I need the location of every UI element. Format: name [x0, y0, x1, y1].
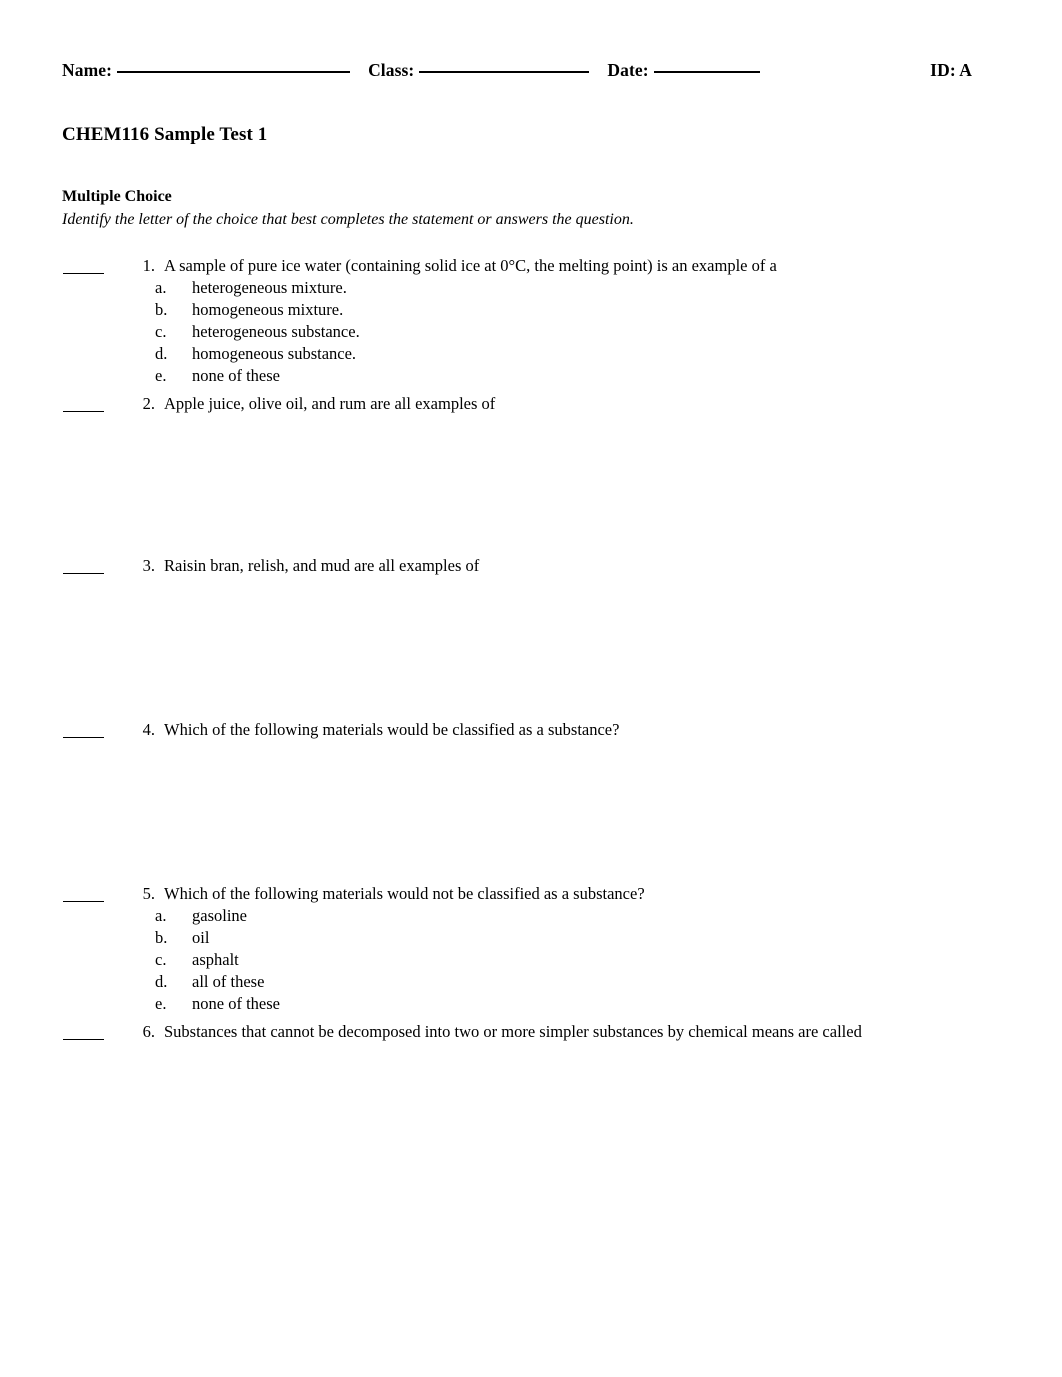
- question-number: 3.: [142, 556, 155, 575]
- choice-letter: b.: [155, 300, 168, 319]
- question-text: Which of the following materials would b…: [164, 720, 620, 739]
- choice-letter: c.: [155, 950, 167, 969]
- choice-item[interactable]: c. asphalt: [0, 949, 1062, 971]
- answer-blank[interactable]: [63, 558, 104, 574]
- question-item: 1. A sample of pure ice water (containing…: [0, 255, 1062, 393]
- date-label: Date:: [607, 60, 649, 80]
- choice-text: all of these: [192, 972, 265, 991]
- choice-item[interactable]: c. heterogeneous substance.: [0, 321, 1062, 343]
- answer-blank[interactable]: [63, 722, 104, 738]
- choice-text: gasoline: [192, 906, 247, 925]
- question-line: 6. Substances that cannot be decomposed i…: [0, 1021, 1062, 1043]
- choice-text: asphalt: [192, 950, 239, 969]
- choice-letter: d.: [155, 344, 168, 363]
- name-label: Name:: [62, 60, 113, 80]
- choice-item[interactable]: b. oil: [0, 927, 1062, 949]
- choice-letter: b.: [155, 928, 168, 947]
- choice-item[interactable]: b. homogeneous mixture.: [0, 299, 1062, 321]
- choice-letter: a.: [155, 906, 167, 925]
- choice-item[interactable]: a. heterogeneous mixture.: [0, 277, 1062, 299]
- answer-blank[interactable]: [63, 396, 104, 412]
- question-item: 3. Raisin bran, relish, and mud are all e…: [0, 555, 1062, 719]
- choice-text: heterogeneous mixture.: [192, 278, 347, 297]
- section-heading: Multiple Choice: [62, 188, 172, 205]
- choice-item[interactable]: d. homogeneous substance.: [0, 343, 1062, 365]
- answer-space: [0, 741, 1062, 883]
- choice-list: a. heterogeneous mixture. b. homogeneous mi…: [0, 277, 1062, 387]
- question-item: 4. Which of the following materials would…: [0, 719, 1062, 883]
- choice-letter: a.: [155, 278, 167, 297]
- answer-blank[interactable]: [63, 258, 104, 274]
- test-id-label: ID: A: [930, 60, 972, 80]
- name-blank-rule: [117, 71, 351, 73]
- question-line: 1. A sample of pure ice water (containing…: [0, 255, 1062, 277]
- page-title: CHEM116 Sample Test 1: [62, 124, 268, 145]
- question-number: 5.: [142, 884, 155, 903]
- choice-text: heterogeneous substance.: [192, 322, 360, 341]
- choice-text: none of these: [192, 366, 280, 385]
- question-item: 5. Which of the following materials would…: [0, 883, 1062, 1021]
- choice-letter: e.: [155, 366, 167, 385]
- question-text: A sample of pure ice water (containing s…: [164, 256, 777, 275]
- choice-letter: c.: [155, 322, 167, 341]
- answer-space: [0, 577, 1062, 719]
- answer-blank[interactable]: [63, 1024, 104, 1040]
- question-text: Apple juice, olive oil, and rum are all …: [164, 394, 496, 413]
- question-line: 5. Which of the following materials would…: [0, 883, 1062, 905]
- question-line: 2. Apple juice, olive oil, and rum are al…: [0, 393, 1062, 415]
- question-list: 1. A sample of pure ice water (containing…: [0, 255, 1062, 1043]
- class-label: Class:: [368, 60, 415, 80]
- question-item: 2. Apple juice, olive oil, and rum are al…: [0, 393, 1062, 555]
- choice-text: oil: [192, 928, 210, 947]
- choice-item[interactable]: d. all of these: [0, 971, 1062, 993]
- question-number: 4.: [142, 720, 155, 739]
- choice-letter: d.: [155, 972, 168, 991]
- answer-blank[interactable]: [63, 886, 104, 902]
- question-text: Substances that cannot be decomposed int…: [164, 1022, 862, 1041]
- question-number: 1.: [142, 256, 155, 275]
- question-text: Raisin bran, relish, and mud are all exa…: [164, 556, 480, 575]
- choice-text: none of these: [192, 994, 280, 1013]
- choice-letter: e.: [155, 994, 167, 1013]
- question-line: 4. Which of the following materials would…: [0, 719, 1062, 741]
- choice-item[interactable]: e. none of these: [0, 993, 1062, 1015]
- question-number: 2.: [142, 394, 155, 413]
- question-item: 6. Substances that cannot be decomposed i…: [0, 1021, 1062, 1043]
- question-number: 6.: [142, 1022, 155, 1041]
- document-page: Name: Class: Date: ID: A CHEM116 Sample …: [0, 0, 1062, 1377]
- date-blank-rule: [653, 71, 760, 73]
- choice-list: a. gasoline b. oil c. asphalt d. all of these e.…: [0, 905, 1062, 1015]
- section-instruction: Identify the letter of the choice that b…: [62, 211, 634, 228]
- class-blank-rule: [419, 71, 590, 73]
- choice-item[interactable]: a. gasoline: [0, 905, 1062, 927]
- question-line: 3. Raisin bran, relish, and mud are all e…: [0, 555, 1062, 577]
- choice-text: homogeneous mixture.: [192, 300, 344, 319]
- document-header: Name: Class: Date: ID: A: [62, 60, 972, 81]
- answer-space: [0, 415, 1062, 555]
- question-text: Which of the following materials would n…: [164, 884, 645, 903]
- choice-item[interactable]: e. none of these: [0, 365, 1062, 387]
- choice-text: homogeneous substance.: [192, 344, 357, 363]
